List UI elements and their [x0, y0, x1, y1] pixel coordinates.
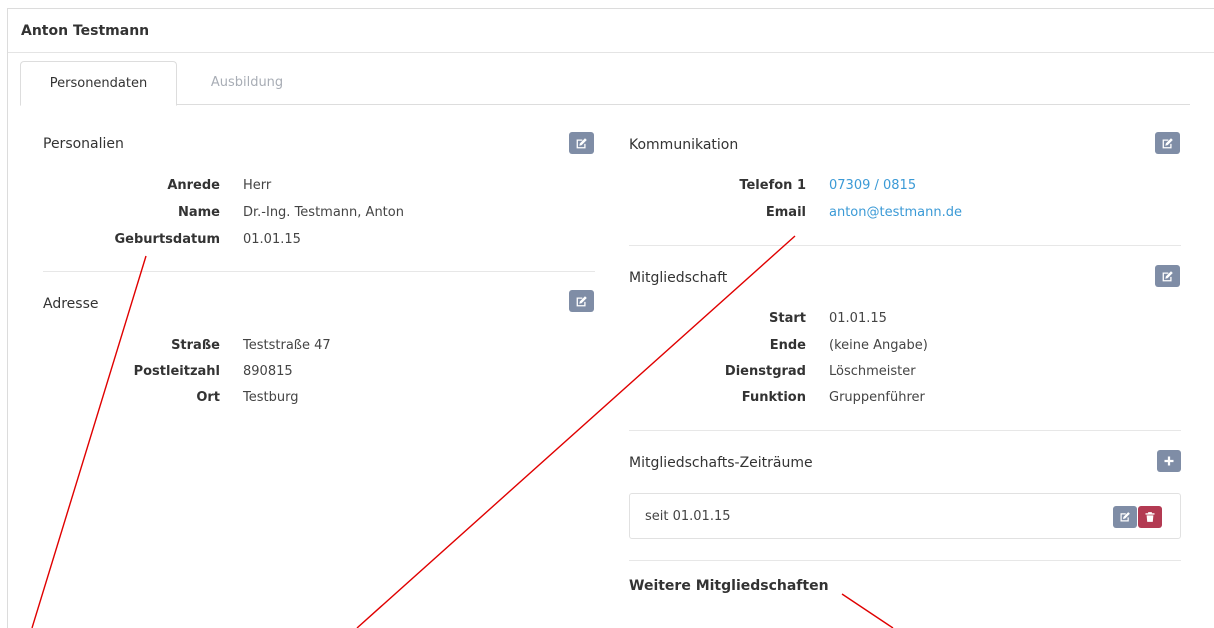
- adresse-title: Adresse: [43, 296, 99, 312]
- adresse-edit-button[interactable]: [569, 290, 594, 312]
- zeitraum-list-item: seit 01.01.15: [629, 493, 1181, 539]
- mitgliedschaft-row: Ende: [206, 338, 806, 354]
- mitgliedschaft-edit-button[interactable]: [1155, 265, 1180, 287]
- field-label: Geburtsdatum: [114, 232, 220, 247]
- section-divider: [43, 271, 595, 272]
- field-label: Telefon 1: [739, 178, 806, 193]
- field-value: 01.01.15: [829, 311, 887, 326]
- add-zeitraum-button[interactable]: [1157, 450, 1181, 472]
- kommunikation-value: 07309 / 0815: [829, 178, 1129, 194]
- mitgliedschaft-value: 01.01.15: [829, 311, 1129, 327]
- field-value: Gruppenführer: [829, 390, 925, 405]
- tab-bar: Personendaten Ausbildung: [20, 61, 1190, 106]
- mitgliedschaft-title: Mitgliedschaft: [629, 270, 728, 286]
- personalien-title: Personalien: [43, 136, 124, 152]
- kommunikation-edit-button[interactable]: [1155, 132, 1180, 154]
- mitgliedschaft-value: (keine Angabe): [829, 338, 1129, 354]
- personalien-row: Name: [0, 205, 220, 221]
- field-label: Dienstgrad: [724, 364, 806, 379]
- adresse-row: Postleitzahl: [0, 364, 220, 380]
- kommunikation-value: anton@testmann.de: [829, 205, 1129, 221]
- edit-icon: [1162, 137, 1173, 148]
- field-value: 01.01.15: [243, 232, 301, 247]
- edit-icon: [576, 295, 587, 306]
- personalien-edit-button[interactable]: [569, 132, 594, 154]
- mitgliedschaft-row: Start: [206, 311, 806, 327]
- personalien-value: 01.01.15: [243, 232, 543, 248]
- zeitraeume-title: Mitgliedschafts-Zeiträume: [629, 455, 813, 471]
- panel-title: Anton Testmann: [8, 9, 1214, 53]
- tab-ausbildung[interactable]: Ausbildung: [177, 61, 317, 106]
- zeitraum-delete-button[interactable]: [1138, 506, 1162, 528]
- adresse-row: Straße: [0, 338, 220, 354]
- kommunikation-title: Kommunikation: [629, 137, 739, 153]
- mitgliedschaft-value: Gruppenführer: [829, 390, 1129, 406]
- section-divider: [629, 560, 1181, 561]
- field-label: Email: [765, 205, 806, 220]
- field-label: Start: [769, 311, 806, 326]
- kommunikation-row: Telefon 1: [206, 178, 806, 194]
- phone-link[interactable]: 07309 / 0815: [829, 178, 916, 193]
- kommunikation-row: Email: [206, 205, 806, 221]
- field-label: Funktion: [741, 390, 806, 405]
- mitgliedschaft-value: Löschmeister: [829, 364, 1129, 380]
- zeitraum-edit-button[interactable]: [1113, 506, 1137, 528]
- field-label: Ende: [769, 338, 806, 353]
- mitgliedschaft-row: Funktion: [206, 390, 806, 406]
- personalien-row: Geburtsdatum: [0, 232, 220, 248]
- field-value: (keine Angabe): [829, 338, 928, 353]
- mitgliedschaft-row: Dienstgrad: [206, 364, 806, 380]
- personalien-row: Anrede: [0, 178, 220, 194]
- edit-icon: [1120, 512, 1130, 522]
- zeitraum-text: seit 01.01.15: [645, 509, 731, 524]
- tab-personendaten[interactable]: Personendaten: [20, 61, 177, 106]
- email-link[interactable]: anton@testmann.de: [829, 205, 962, 220]
- section-divider: [629, 430, 1181, 431]
- weitere-title: Weitere Mitgliedschaften: [629, 578, 829, 594]
- trash-icon: [1145, 512, 1155, 522]
- edit-icon: [576, 137, 587, 148]
- edit-icon: [1162, 270, 1173, 281]
- section-divider: [629, 245, 1181, 246]
- adresse-row: Ort: [0, 390, 220, 406]
- field-value: Löschmeister: [829, 364, 916, 379]
- plus-icon: [1164, 456, 1174, 466]
